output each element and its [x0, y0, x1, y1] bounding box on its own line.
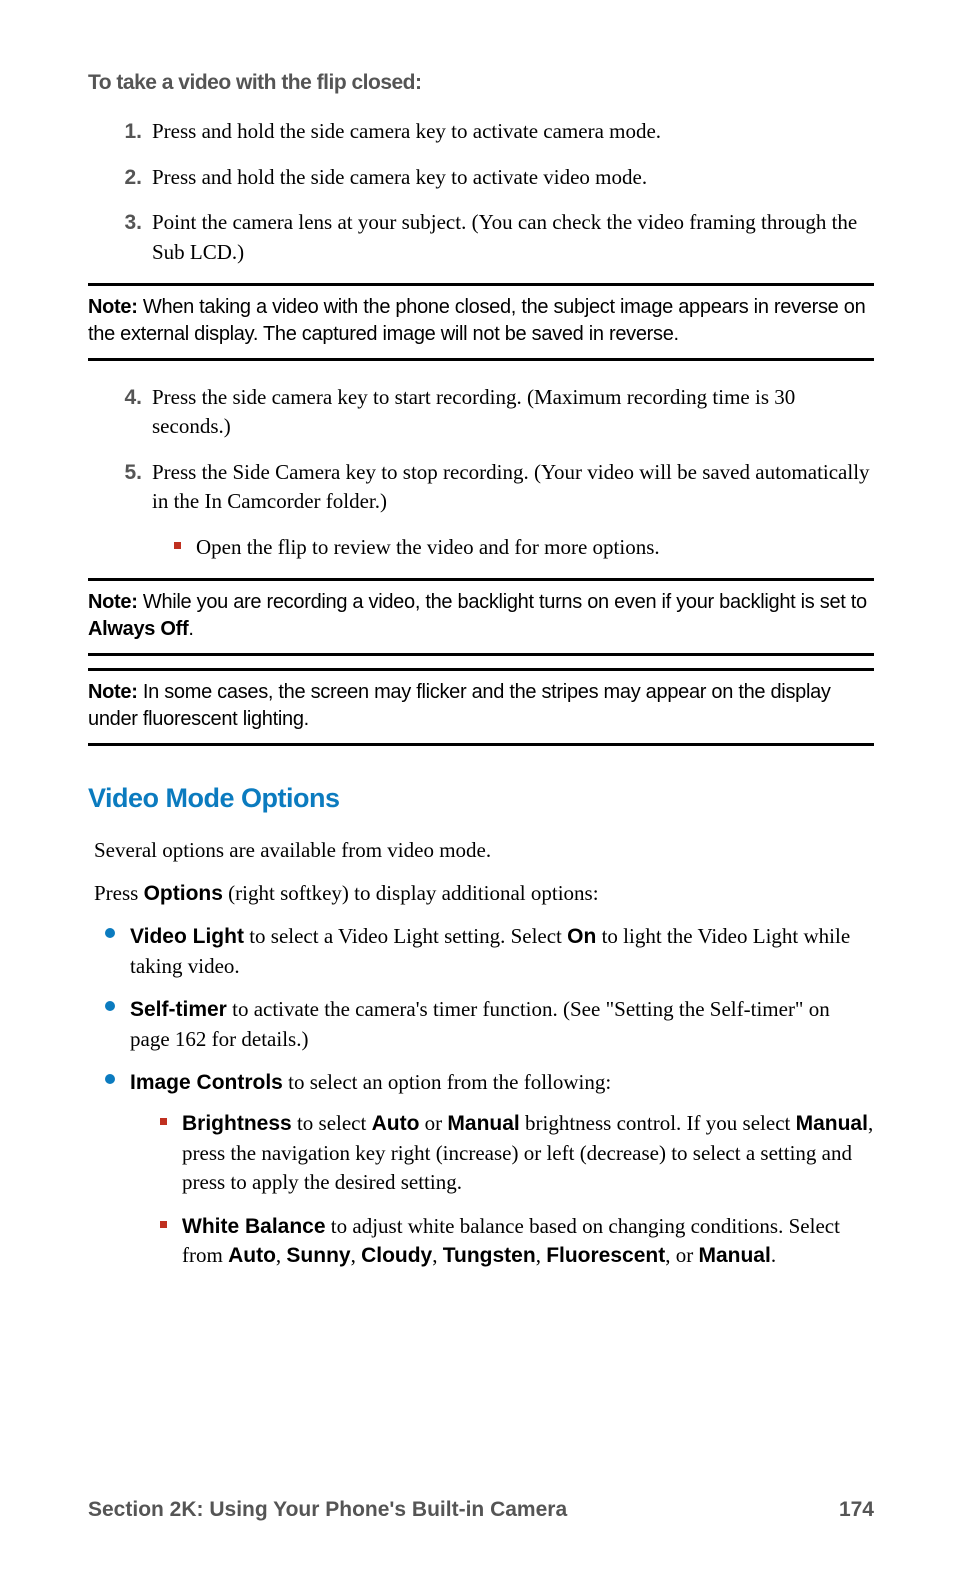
- step-5: 5. Press the Side Camera key to stop rec…: [152, 458, 874, 517]
- sep: ,: [276, 1243, 287, 1267]
- footer-section: Section 2K: Using Your Phone's Built-in …: [88, 1495, 567, 1524]
- footer-page-number: 174: [839, 1495, 874, 1524]
- sub-text: to select: [292, 1111, 372, 1135]
- square-bullet-icon: [160, 1118, 167, 1125]
- round-bullet-icon: [105, 928, 115, 938]
- sep: , or: [665, 1243, 698, 1267]
- option-image-controls: Image Controls to select an option from …: [130, 1068, 874, 1270]
- intro-heading: To take a video with the flip closed:: [88, 68, 874, 97]
- option-text: to select an option from the following:: [283, 1070, 611, 1094]
- para-text: Press: [94, 881, 144, 905]
- wb-opt: Manual: [698, 1244, 770, 1267]
- wb-opt: Auto: [228, 1244, 276, 1267]
- note-text: When taking a video with the phone close…: [88, 296, 865, 345]
- note-text: .: [188, 618, 193, 640]
- sub-white-balance: White Balance to adjust white balance ba…: [182, 1212, 874, 1271]
- step-number: 1.: [106, 117, 142, 146]
- sub-text: .: [771, 1243, 776, 1267]
- wb-opt: Tungsten: [443, 1244, 536, 1267]
- page-footer: Section 2K: Using Your Phone's Built-in …: [88, 1495, 874, 1524]
- square-bullet-icon: [174, 542, 181, 549]
- para-1: Several options are available from video…: [94, 836, 874, 865]
- note-1: Note: When taking a video with the phone…: [88, 283, 874, 361]
- step-2: 2. Press and hold the side camera key to…: [152, 163, 874, 192]
- option-bold: On: [567, 925, 596, 948]
- sep: ,: [432, 1243, 443, 1267]
- step-number: 3.: [106, 208, 142, 237]
- option-text: to activate the camera's timer function.…: [130, 997, 830, 1050]
- step-text: Press the Side Camera key to stop record…: [152, 460, 870, 513]
- wb-opt: Fluorescent: [546, 1244, 665, 1267]
- note-bold: Always Off: [88, 618, 188, 640]
- square-bullet-icon: [160, 1221, 167, 1228]
- para-text: (right softkey) to display additional op…: [223, 881, 599, 905]
- step-number: 2.: [106, 163, 142, 192]
- step-5-sub: Open the flip to review the video and fo…: [196, 533, 874, 562]
- note-3: Note: In some cases, the screen may flic…: [88, 668, 874, 746]
- step-1: 1. Press and hold the side camera key to…: [152, 117, 874, 146]
- para-2: Press Options (right softkey) to display…: [94, 879, 874, 908]
- note-label: Note:: [88, 681, 138, 703]
- sep: ,: [351, 1243, 362, 1267]
- sub-name: Brightness: [182, 1112, 292, 1135]
- sub-bold: Manual: [796, 1112, 868, 1135]
- para-bold: Options: [144, 882, 223, 905]
- note-label: Note:: [88, 296, 138, 318]
- step-3: 3. Point the camera lens at your subject…: [152, 208, 874, 267]
- round-bullet-icon: [105, 1074, 115, 1084]
- sub-text: Open the flip to review the video and fo…: [196, 535, 660, 559]
- sub-text: brightness control. If you select: [520, 1111, 796, 1135]
- step-text: Press the side camera key to start recor…: [152, 385, 795, 438]
- note-text: In some cases, the screen may flicker an…: [88, 681, 831, 730]
- note-2: Note: While you are recording a video, t…: [88, 578, 874, 656]
- option-name: Self-timer: [130, 998, 227, 1021]
- step-text: Press and hold the side camera key to ac…: [152, 119, 661, 143]
- sub-text: or: [419, 1111, 447, 1135]
- section-title: Video Mode Options: [88, 780, 874, 818]
- option-text: to select a Video Light setting. Select: [244, 924, 567, 948]
- option-self-timer: Self-timer to activate the camera's time…: [130, 995, 874, 1054]
- steps-list-2: 4. Press the side camera key to start re…: [152, 383, 874, 517]
- wb-opt: Cloudy: [361, 1244, 432, 1267]
- step-4: 4. Press the side camera key to start re…: [152, 383, 874, 442]
- wb-opt: Sunny: [286, 1244, 350, 1267]
- option-name: Video Light: [130, 925, 244, 948]
- note-label: Note:: [88, 591, 138, 613]
- sub-bold: Auto: [372, 1112, 420, 1135]
- step-number: 5.: [106, 458, 142, 487]
- sub-brightness: Brightness to select Auto or Manual brig…: [182, 1109, 874, 1197]
- note-text: While you are recording a video, the bac…: [138, 591, 867, 613]
- options-list: Video Light to select a Video Light sett…: [130, 922, 874, 1270]
- step-number: 4.: [106, 383, 142, 412]
- step-text: Point the camera lens at your subject. (…: [152, 210, 857, 263]
- sub-name: White Balance: [182, 1215, 326, 1238]
- step-text: Press and hold the side camera key to ac…: [152, 165, 647, 189]
- steps-list-1: 1. Press and hold the side camera key to…: [152, 117, 874, 267]
- sub-bold: Manual: [447, 1112, 519, 1135]
- sep: ,: [536, 1243, 547, 1267]
- option-video-light: Video Light to select a Video Light sett…: [130, 922, 874, 981]
- round-bullet-icon: [105, 1001, 115, 1011]
- image-controls-sub: Brightness to select Auto or Manual brig…: [182, 1109, 874, 1270]
- option-name: Image Controls: [130, 1071, 283, 1094]
